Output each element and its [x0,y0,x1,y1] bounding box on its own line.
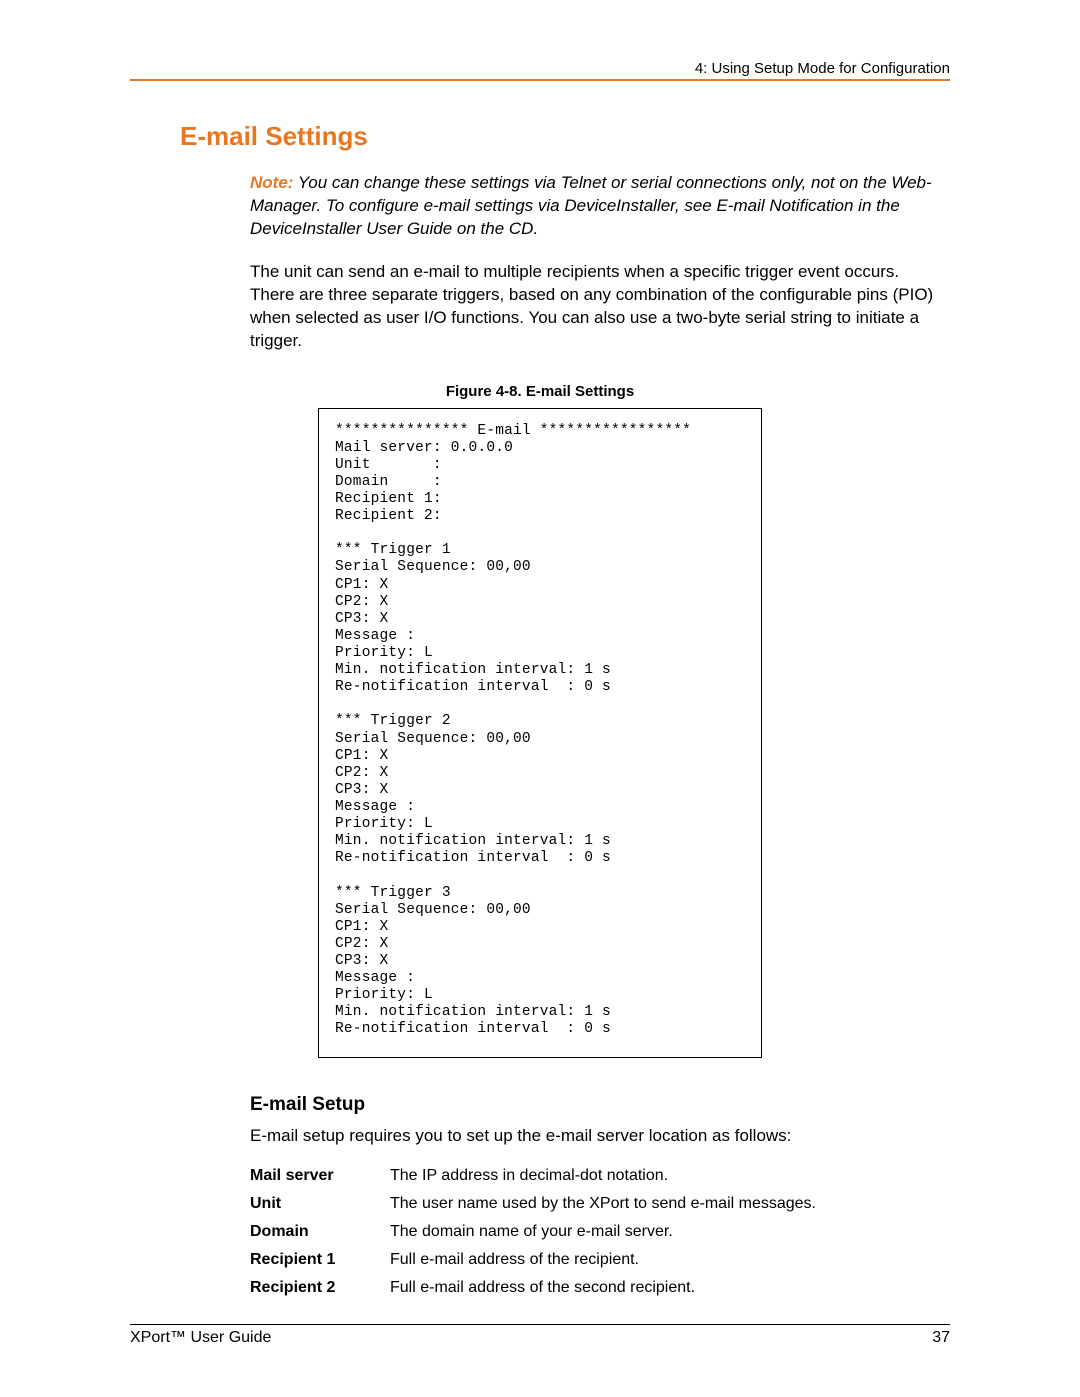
note-label: Note: [250,173,293,192]
param-label: Mail server [250,1162,390,1190]
subsection-heading: E-mail Setup [250,1094,950,1116]
table-row: Mail server The IP address in decimal-do… [250,1162,826,1190]
param-desc: The IP address in decimal-dot notation. [390,1162,826,1190]
section-title: E-mail Settings [180,121,950,152]
footer-doc-title: XPort™ User Guide [130,1329,271,1347]
note-block: Note: You can change these settings via … [250,172,940,241]
table-row: Domain The domain name of your e-mail se… [250,1218,826,1246]
figure-caption: Figure 4-8. E-mail Settings [130,383,950,400]
footer-rule [130,1324,950,1325]
param-desc: Full e-mail address of the second recipi… [390,1274,826,1302]
note-text: You can change these settings via Telnet… [250,173,932,238]
setup-intro: E-mail setup requires you to set up the … [250,1126,940,1146]
param-desc: The user name used by the XPort to send … [390,1190,826,1218]
param-desc: Full e-mail address of the recipient. [390,1246,826,1274]
param-label: Unit [250,1190,390,1218]
table-row: Recipient 1 Full e-mail address of the r… [250,1246,826,1274]
running-header: 4: Using Setup Mode for Configuration [130,60,950,77]
header-rule [130,79,950,81]
intro-paragraph: The unit can send an e-mail to multiple … [250,261,940,353]
param-label: Recipient 2 [250,1274,390,1302]
param-label: Recipient 1 [250,1246,390,1274]
page-number: 37 [932,1329,950,1347]
param-desc: The domain name of your e-mail server. [390,1218,826,1246]
terminal-output: *************** E-mail *****************… [318,408,762,1058]
table-row: Unit The user name used by the XPort to … [250,1190,826,1218]
param-label: Domain [250,1218,390,1246]
page-footer: XPort™ User Guide 37 [130,1324,950,1347]
params-table: Mail server The IP address in decimal-do… [250,1162,826,1302]
table-row: Recipient 2 Full e-mail address of the s… [250,1274,826,1302]
